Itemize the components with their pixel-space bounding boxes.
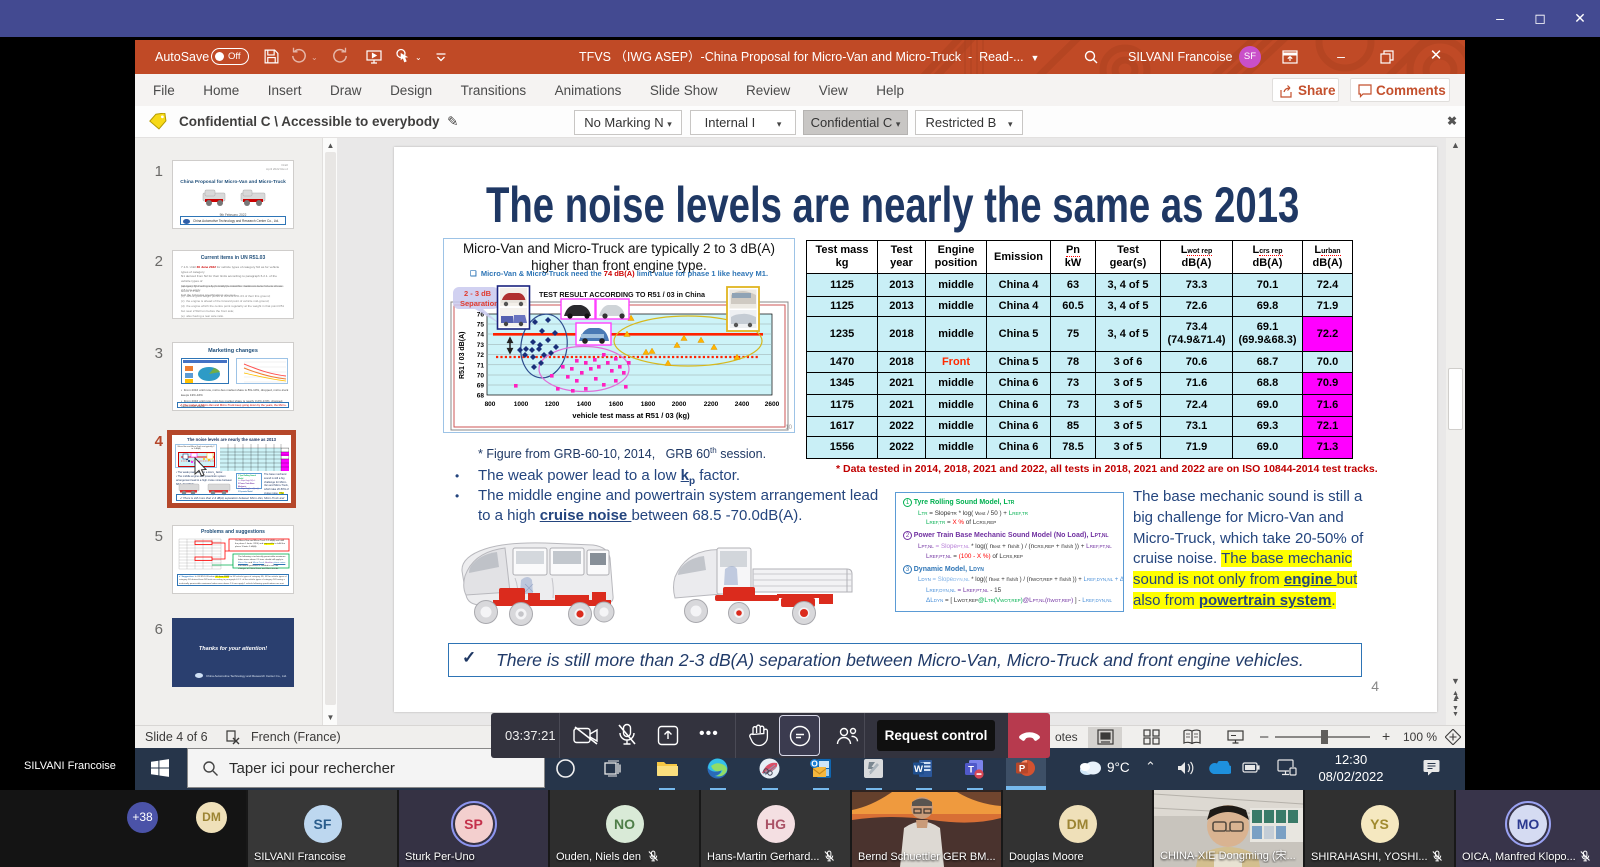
svg-text:73: 73	[477, 342, 485, 349]
svg-text:T: T	[968, 765, 974, 776]
svg-text:2400: 2400	[735, 401, 750, 408]
svg-text:2 - 3 dB: 2 - 3 dB	[464, 289, 492, 298]
svg-text:69: 69	[477, 383, 485, 390]
svg-text:71: 71	[477, 362, 485, 369]
svg-text:W: W	[914, 764, 923, 775]
svg-text:P: P	[1019, 764, 1026, 775]
svg-text:vehicle test mass at R51 / 03: vehicle test mass at R51 / 03 (kg)	[572, 411, 690, 420]
svg-text:1000: 1000	[514, 401, 529, 408]
svg-text:Separation: Separation	[460, 299, 499, 308]
svg-text:70: 70	[477, 373, 485, 380]
svg-text:72: 72	[477, 352, 485, 359]
svg-text:800: 800	[485, 401, 496, 408]
svg-text:2600: 2600	[765, 401, 780, 408]
svg-text:74: 74	[477, 332, 485, 339]
svg-text:1600: 1600	[609, 401, 624, 408]
svg-text:O: O	[811, 759, 818, 769]
svg-text:1400: 1400	[577, 401, 592, 408]
svg-text:2000: 2000	[672, 401, 687, 408]
svg-text:TEST RESULT ACCORDING TO R51 /: TEST RESULT ACCORDING TO R51 / 03 in Chi…	[539, 290, 706, 299]
svg-text:68: 68	[477, 393, 485, 400]
svg-text:1200: 1200	[545, 401, 560, 408]
svg-text:R51 / 03 dB(A): R51 / 03 dB(A)	[459, 332, 466, 379]
svg-text:75: 75	[477, 322, 485, 329]
svg-text:2200: 2200	[704, 401, 719, 408]
svg-text:1800: 1800	[641, 401, 656, 408]
